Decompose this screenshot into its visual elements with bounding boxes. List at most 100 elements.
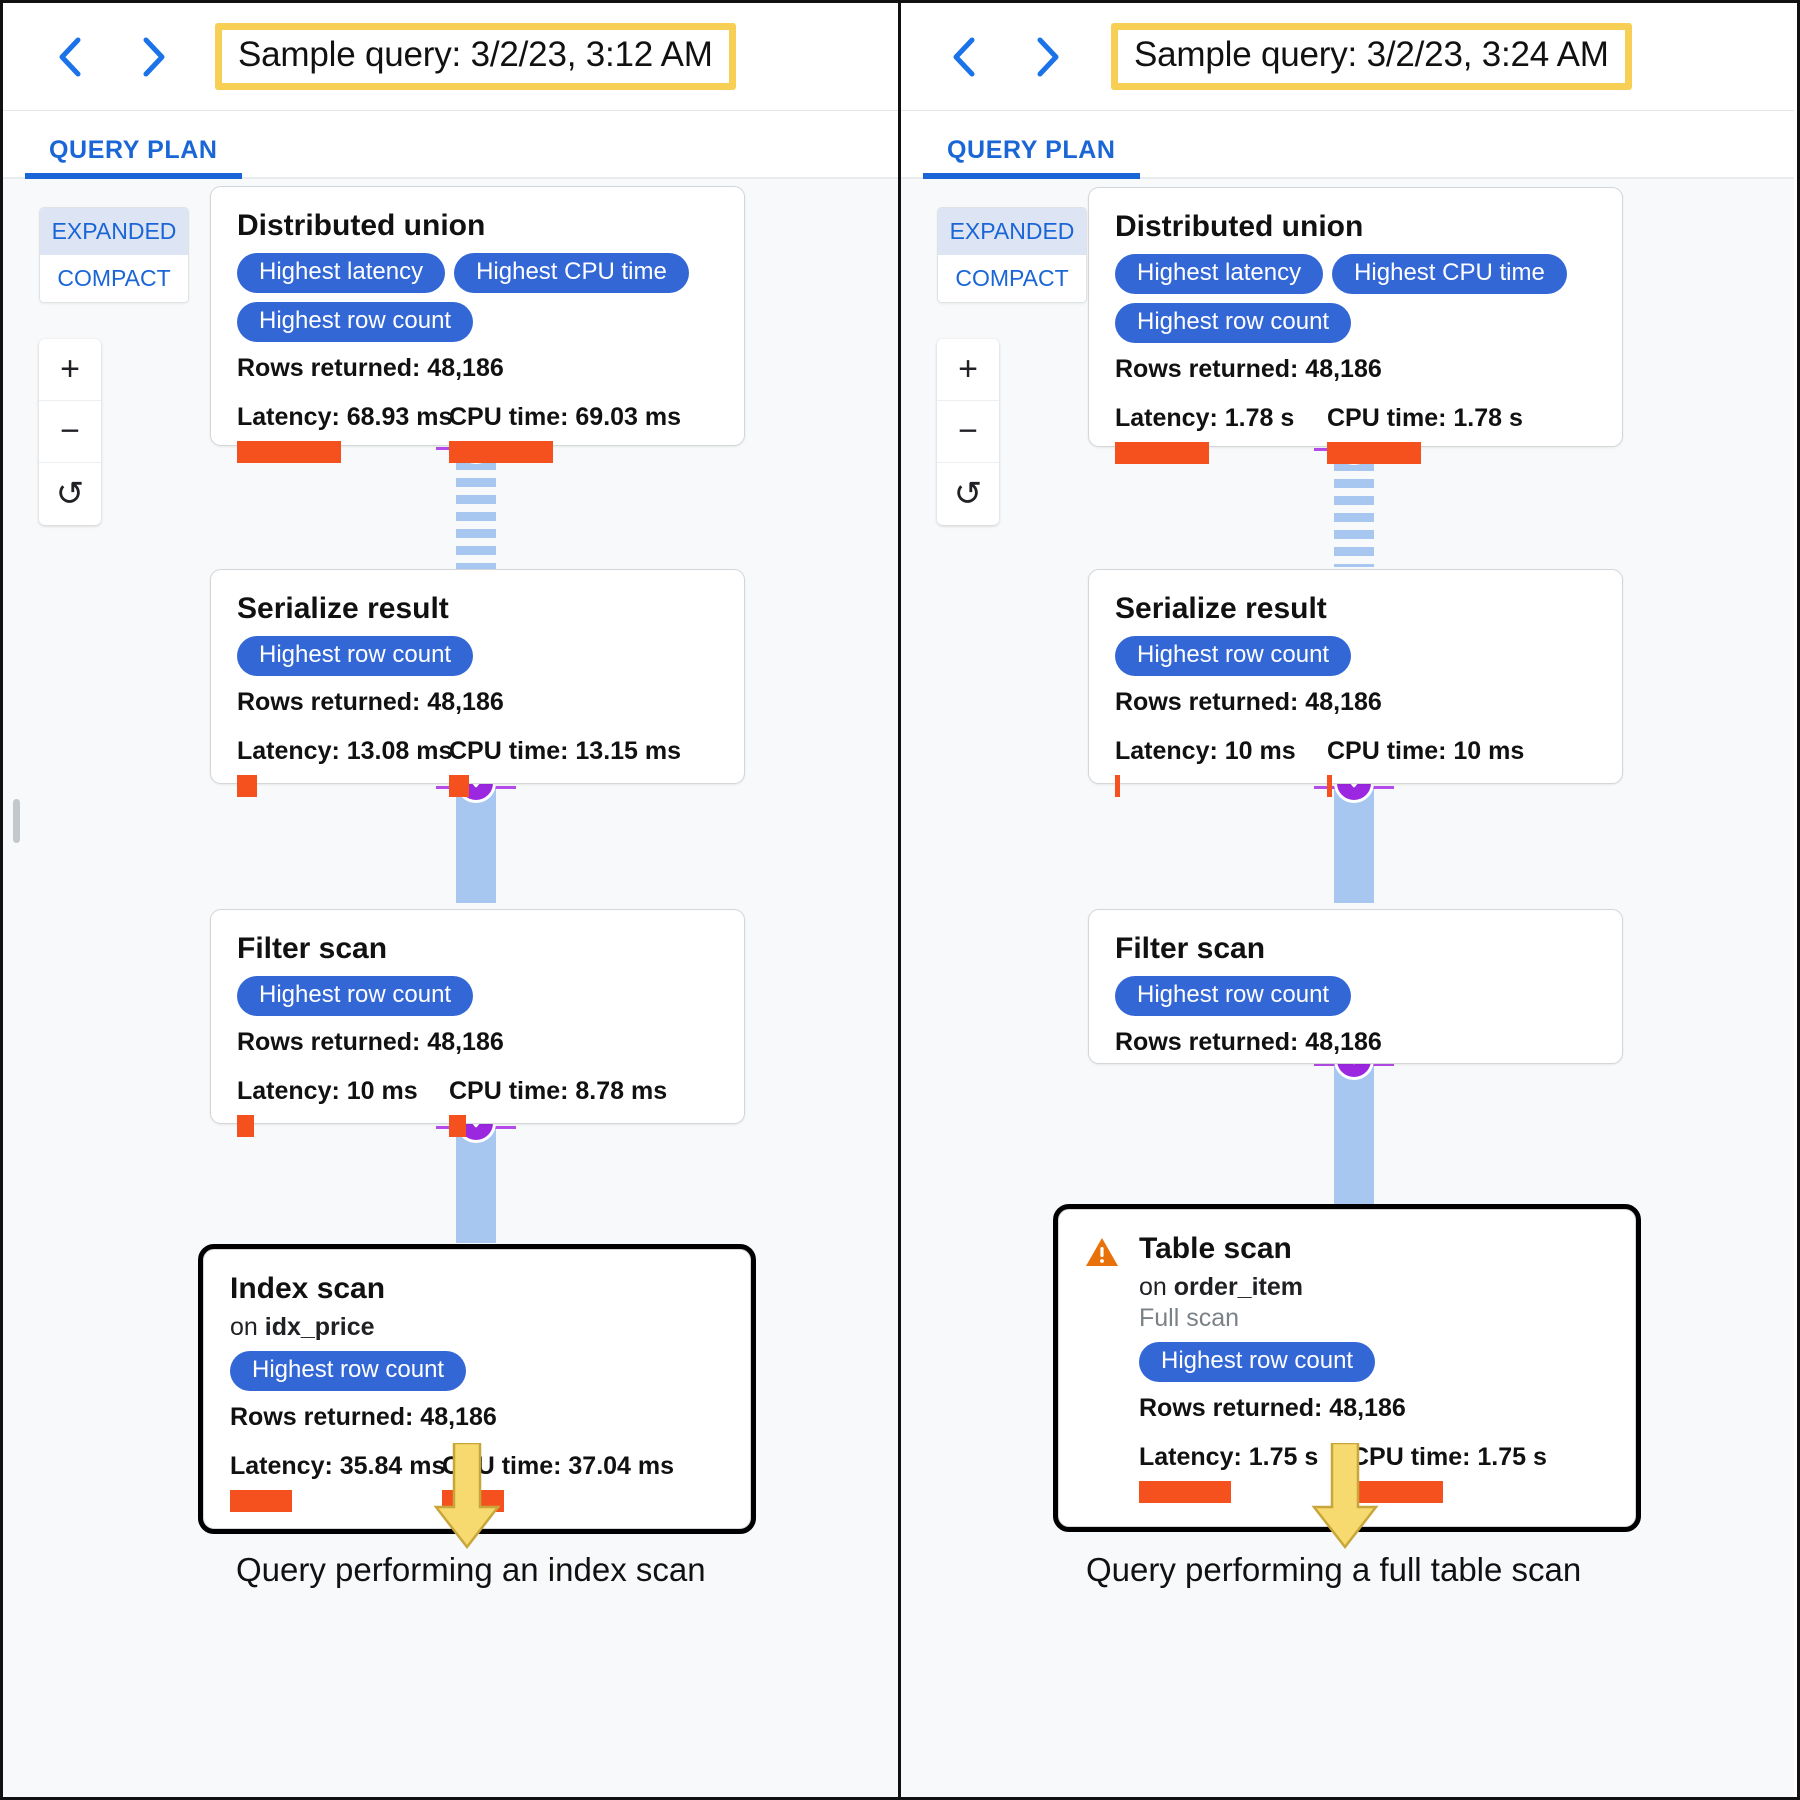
topbar-right: Sample query: 3/2/23, 3:24 AM xyxy=(901,3,1794,111)
metric-latency-label: Latency: 35.84 ms xyxy=(230,1451,446,1480)
node-subtitle-target: idx_price xyxy=(264,1312,375,1341)
metric-cpu-time: CPU time: 1.78 s xyxy=(1327,404,1539,464)
metric-latency-label: Latency: 1.78 s xyxy=(1115,403,1295,432)
query-title-highlight: Sample query: 3/2/23, 3:24 AM xyxy=(1111,23,1632,90)
plan-node-distributed-union[interactable]: Distributed union Highest latency Highes… xyxy=(210,186,745,463)
node-subtitle: on idx_price xyxy=(230,1313,724,1342)
badge-highest-row-count[interactable]: Highest row count xyxy=(237,635,474,676)
node-badges: Highest row count xyxy=(237,975,718,1016)
zoom-out-button[interactable]: − xyxy=(937,401,999,463)
plan-node-distributed-union[interactable]: Distributed union Highest latency Highes… xyxy=(1088,187,1623,464)
metric-latency: Latency: 35.84 ms xyxy=(230,1451,446,1512)
zoom-out-button[interactable]: − xyxy=(39,401,101,463)
prev-query-button[interactable] xyxy=(43,29,99,85)
plan-node-filter-scan[interactable]: Filter scan Highest row count Rows retur… xyxy=(1088,909,1623,1064)
tab-query-plan[interactable]: QUERY PLAN xyxy=(25,136,241,179)
node-badges: Highest latency Highest CPU time Highest… xyxy=(1115,253,1596,343)
badge-highest-row-count[interactable]: Highest row count xyxy=(237,301,474,342)
page-title: Sample query: 3/2/23, 3:12 AM xyxy=(238,35,713,74)
query-plan-graph-left: Distributed union Highest latency Highes… xyxy=(3,179,898,1797)
tabbar-left: QUERY PLAN xyxy=(3,111,898,179)
annotation-caption: Query performing an index scan xyxy=(236,1551,706,1588)
annotation-arrow-icon xyxy=(1308,1441,1382,1556)
view-mode-compact[interactable]: COMPACT xyxy=(40,255,188,302)
tabbar-right: QUERY PLAN xyxy=(901,111,1794,179)
metric-latency-bar xyxy=(237,774,257,797)
node-metrics: Latency: 10 ms CPU time: 10 ms xyxy=(1115,737,1596,797)
node-title: Index scan xyxy=(230,1272,386,1305)
reset-zoom-button[interactable]: ↺ xyxy=(39,463,101,525)
node-title: Serialize result xyxy=(237,592,449,625)
plan-node-serialize-result[interactable]: Serialize result Highest row count Rows … xyxy=(1088,569,1623,797)
badge-highest-latency[interactable]: Highest latency xyxy=(237,252,446,293)
node-title: Serialize result xyxy=(1115,592,1327,625)
badge-highest-cpu-time[interactable]: Highest CPU time xyxy=(454,252,689,293)
node-rows-returned: Rows returned: 48,186 xyxy=(237,353,504,382)
badge-highest-row-count[interactable]: Highest row count xyxy=(1139,1341,1376,1382)
prev-query-button[interactable] xyxy=(937,29,993,85)
metric-cpu-label: CPU time: 10 ms xyxy=(1327,736,1525,765)
node-title: Distributed union xyxy=(237,209,486,242)
metric-cpu-bar xyxy=(449,774,469,797)
node-subtitle-prefix: on xyxy=(1139,1272,1174,1301)
annotation-arrow-icon xyxy=(430,1441,504,1556)
topbar-left: Sample query: 3/2/23, 3:12 AM xyxy=(3,3,898,111)
metric-cpu-time: CPU time: 69.03 ms xyxy=(449,403,681,463)
node-metrics: Latency: 1.78 s CPU time: 1.78 s xyxy=(1115,404,1596,464)
view-mode-toggle: EXPANDED COMPACT xyxy=(39,207,189,303)
metric-latency-bar xyxy=(1115,441,1209,464)
metric-cpu-label: CPU time: 1.75 s xyxy=(1351,1442,1547,1471)
plan-node-serialize-result[interactable]: Serialize result Highest row count Rows … xyxy=(210,569,745,797)
node-badges: Highest row count xyxy=(1115,975,1596,1016)
metric-latency-label: Latency: 10 ms xyxy=(237,1076,418,1105)
metric-latency: Latency: 1.78 s xyxy=(1115,404,1327,464)
metric-cpu-bar xyxy=(449,1114,466,1137)
view-mode-expanded[interactable]: EXPANDED xyxy=(938,208,1086,255)
plan-node-filter-scan[interactable]: Filter scan Highest row count Rows retur… xyxy=(210,909,745,1137)
node-rows-returned: Rows returned: 48,186 xyxy=(1115,1027,1382,1056)
zoom-controls: + − ↺ xyxy=(937,339,999,525)
metric-latency-bar xyxy=(237,440,341,463)
query-plan-graph-right: Distributed union Highest latency Highes… xyxy=(901,179,1794,1797)
badge-highest-latency[interactable]: Highest latency xyxy=(1115,253,1324,294)
node-metrics: Latency: 68.93 ms CPU time: 69.03 ms xyxy=(237,403,718,463)
view-mode-expanded[interactable]: EXPANDED xyxy=(40,208,188,255)
metric-latency-bar xyxy=(1115,774,1120,797)
node-title: Table scan xyxy=(1139,1232,1292,1265)
node-title: Filter scan xyxy=(1115,932,1266,965)
reset-zoom-button[interactable]: ↺ xyxy=(937,463,999,525)
metric-latency: Latency: 10 ms xyxy=(237,1077,449,1137)
metric-cpu-bar xyxy=(1327,774,1332,797)
node-badges: Highest row count xyxy=(1115,635,1596,676)
metric-cpu-time: CPU time: 10 ms xyxy=(1327,737,1539,797)
node-subtitle-prefix: on xyxy=(230,1312,265,1341)
node-rows-returned: Rows returned: 48,186 xyxy=(230,1402,497,1431)
node-rows-returned: Rows returned: 48,186 xyxy=(1115,687,1382,716)
metric-latency: Latency: 10 ms xyxy=(1115,737,1327,797)
badge-highest-row-count[interactable]: Highest row count xyxy=(230,1350,467,1391)
metric-latency-bar xyxy=(230,1489,292,1512)
zoom-in-button[interactable]: + xyxy=(39,339,101,401)
badge-highest-row-count[interactable]: Highest row count xyxy=(1115,635,1352,676)
badge-highest-cpu-time[interactable]: Highest CPU time xyxy=(1332,253,1567,294)
node-badges: Highest row count xyxy=(1139,1341,1609,1382)
metric-latency: Latency: 68.93 ms xyxy=(237,403,452,463)
tab-query-plan[interactable]: QUERY PLAN xyxy=(923,136,1139,179)
zoom-in-button[interactable]: + xyxy=(937,339,999,401)
next-query-button[interactable] xyxy=(125,29,181,85)
badge-highest-row-count[interactable]: Highest row count xyxy=(1115,975,1352,1016)
metric-latency-bar xyxy=(237,1114,254,1137)
badge-highest-row-count[interactable]: Highest row count xyxy=(1115,302,1352,343)
metric-cpu-time: CPU time: 8.78 ms xyxy=(449,1077,667,1137)
node-metrics: Latency: 10 ms CPU time: 8.78 ms xyxy=(237,1077,718,1137)
view-mode-compact[interactable]: COMPACT xyxy=(938,255,1086,302)
badge-highest-row-count[interactable]: Highest row count xyxy=(237,975,474,1016)
node-rows-returned: Rows returned: 48,186 xyxy=(237,687,504,716)
comparison-screenshot: Sample query: 3/2/23, 3:12 AM QUERY PLAN… xyxy=(0,0,1800,1800)
node-badges: Highest latency Highest CPU time Highest… xyxy=(237,252,718,342)
node-rows-returned: Rows returned: 48,186 xyxy=(1139,1393,1406,1422)
canvas-scrollbar-handle[interactable] xyxy=(13,799,20,843)
node-title: Filter scan xyxy=(237,932,388,965)
next-query-button[interactable] xyxy=(1019,29,1075,85)
node-subtitle-target: order_item xyxy=(1173,1272,1303,1301)
